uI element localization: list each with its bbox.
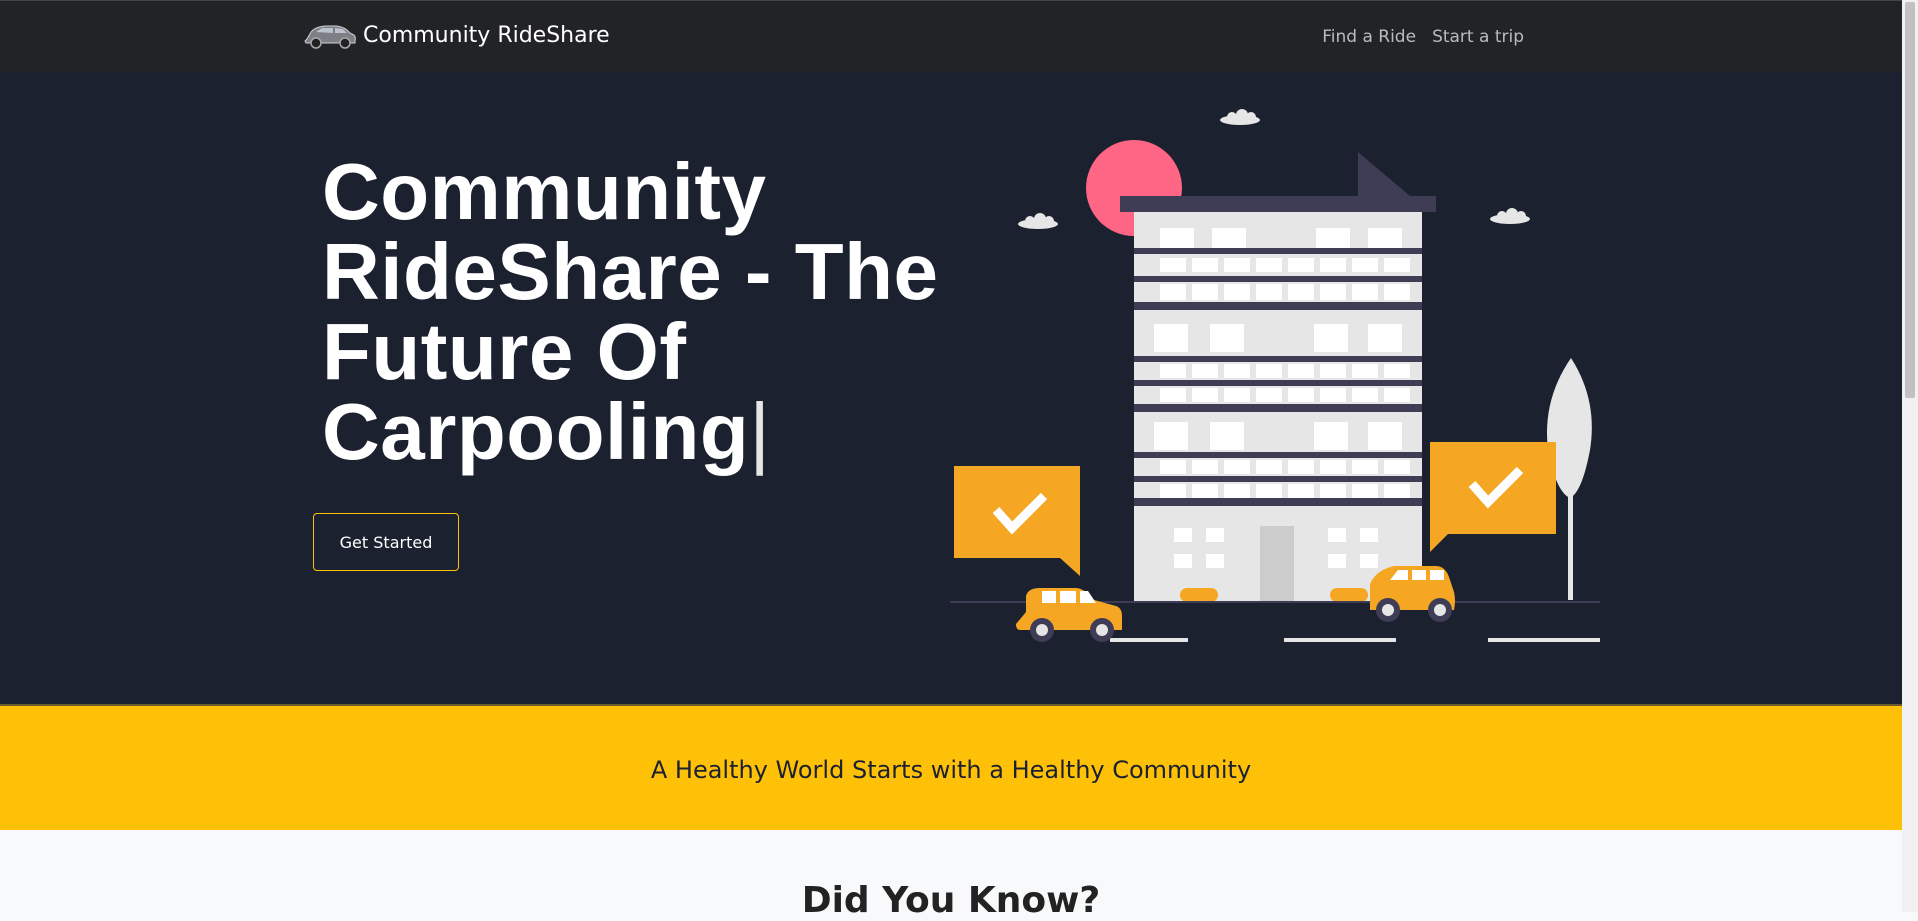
brand-name: Community RideShare xyxy=(363,22,610,48)
get-started-button[interactable]: Get Started xyxy=(313,513,459,571)
tagline-banner: A Healthy World Starts with a Healthy Co… xyxy=(0,704,1902,830)
cloud-icon xyxy=(1018,213,1058,229)
did-you-know-section: Did You Know? xyxy=(0,830,1902,921)
banner-text: A Healthy World Starts with a Healthy Co… xyxy=(650,756,1252,784)
check-bubble-icon xyxy=(1430,442,1556,552)
nav-link-start-a-trip[interactable]: Start a trip xyxy=(1432,27,1524,47)
hero-title-text: Community RideShare - The Future Of Carp… xyxy=(322,147,939,476)
car-logo-icon xyxy=(304,25,356,49)
cloud-icon xyxy=(1490,208,1530,224)
nav-link-find-a-ride[interactable]: Find a Ride xyxy=(1322,27,1416,47)
typing-cursor: | xyxy=(749,387,771,476)
check-bubble-icon xyxy=(954,466,1080,576)
nav-links: Find a Ride Start a trip xyxy=(1322,27,1524,47)
scrollbar[interactable] xyxy=(1902,0,1918,912)
top-navbar: Community RideShare Find a Ride Start a … xyxy=(0,0,1902,72)
scrollbar-thumb[interactable] xyxy=(1905,2,1915,398)
taxi-icon xyxy=(1370,566,1455,622)
cloud-icon xyxy=(1220,109,1260,125)
section-title: Did You Know? xyxy=(801,880,1101,921)
taxi-icon xyxy=(1016,588,1122,642)
hero-section: Community RideShare - The Future Of Carp… xyxy=(0,72,1902,704)
brand[interactable]: Community RideShare xyxy=(303,19,610,51)
hero-title: Community RideShare - The Future Of Carp… xyxy=(322,152,942,472)
city-building-illustration xyxy=(950,109,1600,642)
